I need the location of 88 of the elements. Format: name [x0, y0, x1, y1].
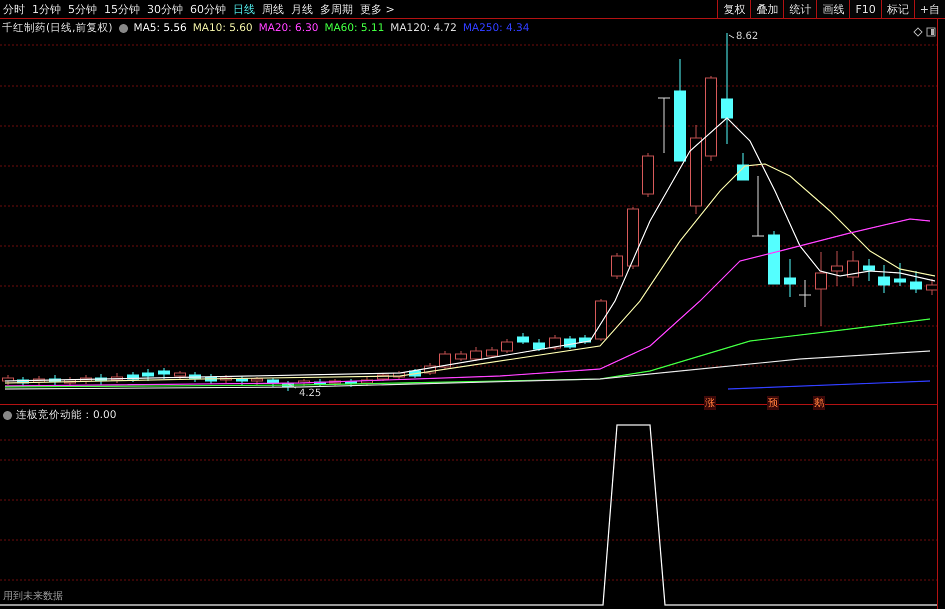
toolbar-button[interactable]: +自: [914, 0, 945, 18]
candlestick: [345, 378, 357, 388]
leader-line: [288, 384, 296, 388]
ma-legend-label: MA60: 5.11: [324, 22, 384, 34]
toolbar-button[interactable]: 画线: [816, 0, 850, 18]
candlestick: [611, 252, 623, 280]
candlestick: [768, 230, 780, 284]
more-tab[interactable]: 更多 >: [360, 2, 395, 16]
candlestick: [878, 264, 890, 294]
period-tab[interactable]: 15分钟: [104, 2, 140, 16]
candlestick: [517, 332, 529, 344]
candlestick: [64, 376, 76, 388]
leader-line: [728, 34, 734, 38]
candlestick: [579, 334, 591, 344]
candlestick: [205, 374, 217, 384]
indicator-title: 连板竞价动能：0.00: [16, 408, 116, 422]
candlestick: [377, 372, 389, 382]
candlestick: [847, 250, 859, 286]
toolbar-button[interactable]: 复权: [717, 0, 750, 18]
future-data-note: 用到未来数据: [3, 590, 63, 603]
candlestick: [439, 350, 451, 370]
candlestick: [142, 368, 154, 382]
candlestick: [910, 270, 922, 294]
ma-legend-label: MA20: 6.30: [258, 22, 318, 34]
candlestick: [267, 378, 279, 388]
candlestick: [49, 374, 61, 386]
period-tab[interactable]: 5分钟: [68, 2, 97, 16]
candlestick: [627, 206, 639, 270]
high-price-label: 8.62: [736, 31, 758, 42]
toolbar-button[interactable]: 统计: [783, 0, 816, 18]
toolbar-button[interactable]: F10: [849, 0, 881, 18]
period-tab[interactable]: 分时: [3, 2, 25, 16]
candlestick: [17, 376, 29, 388]
signal-marker: 鹅: [813, 396, 825, 410]
candlestick: [798, 280, 812, 308]
ma-legend-label: MA120: 4.72: [390, 22, 457, 34]
candlestick: [752, 176, 764, 236]
candlestick: [784, 258, 796, 298]
candlestick: [409, 368, 421, 378]
ma-legend-label: MA5: 5.56: [134, 22, 187, 34]
candlestick: [831, 250, 843, 286]
stock-title: 千红制药(日线,前复权): [2, 21, 113, 35]
candlestick: [127, 372, 139, 382]
candlestick: [455, 350, 467, 362]
candlestick: [158, 368, 170, 380]
period-tab[interactable]: 日线: [233, 2, 255, 16]
candlestick: [642, 152, 654, 198]
candlestick: [894, 262, 906, 286]
period-tab[interactable]: 多周期: [320, 2, 353, 16]
candlestick: [486, 346, 498, 358]
candlestick: [393, 370, 405, 380]
candlestick: [863, 258, 875, 282]
candlestick: [282, 380, 294, 392]
period-tab[interactable]: 周线: [262, 2, 284, 16]
candlestick: [533, 338, 545, 352]
candlestick: [926, 278, 937, 296]
candlestick: [595, 298, 607, 342]
period-tab[interactable]: 月线: [291, 2, 313, 16]
candlestick: [95, 374, 107, 386]
candlestick: [314, 378, 326, 388]
period-tab[interactable]: 30分钟: [147, 2, 183, 16]
candlestick: [236, 376, 248, 386]
signal-marker: 预: [767, 396, 779, 410]
candlestick: [361, 376, 373, 386]
candlestick: [424, 362, 436, 376]
candlestick: [329, 378, 341, 386]
toolbar-button[interactable]: 叠加: [750, 0, 784, 18]
candlestick: [220, 374, 232, 384]
candlestick: [549, 334, 561, 350]
candlestick: [737, 152, 749, 180]
candlestick: [470, 346, 482, 362]
candlestick: [564, 336, 576, 350]
candlestick: [189, 372, 201, 382]
candlestick: [174, 370, 186, 380]
candlestick: [111, 372, 123, 384]
candlestick: [501, 338, 513, 354]
ma-legend-label: MA10: 5.60: [192, 22, 253, 34]
toolbar-button[interactable]: 标记: [880, 0, 914, 18]
candlestick: [658, 98, 670, 154]
low-price-label: 4.25: [299, 388, 322, 399]
candlestick: [33, 376, 45, 386]
signal-marker: 涨: [704, 396, 716, 410]
period-tab[interactable]: 1分钟: [32, 2, 61, 16]
ma-legend-label: MA250: 4.34: [462, 22, 530, 34]
candlestick: [251, 376, 263, 386]
candlestick: [298, 378, 310, 386]
period-tab[interactable]: 60分钟: [190, 2, 226, 16]
candlestick: [2, 374, 14, 386]
